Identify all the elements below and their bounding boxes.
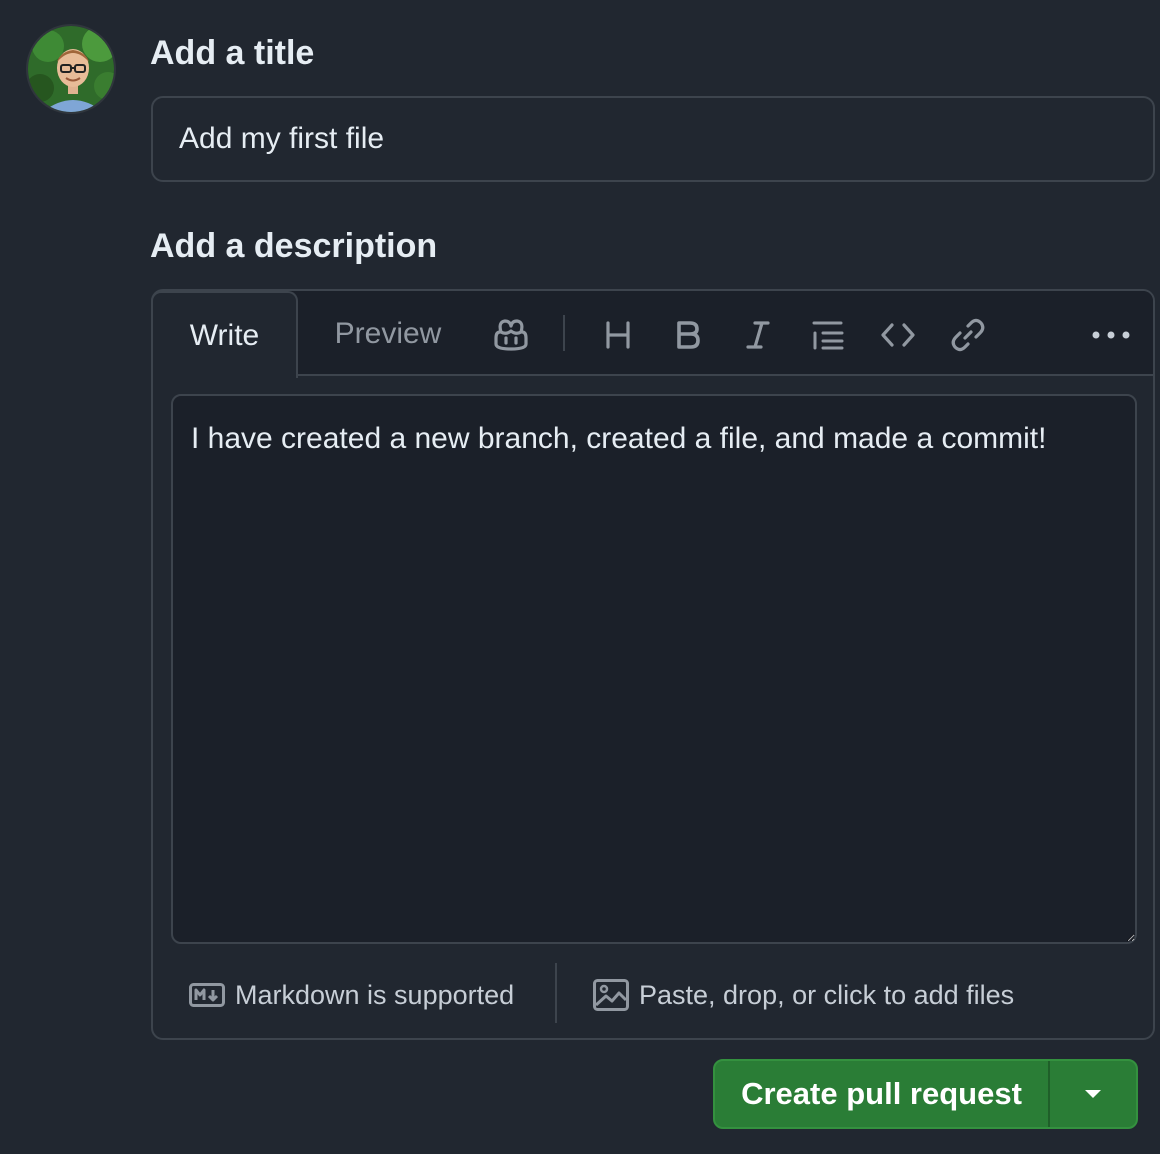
title-heading: Add a title [150, 34, 315, 72]
description-textarea[interactable]: I have created a new branch, created a f… [171, 394, 1137, 944]
editor-tabbar: Write Preview [151, 291, 1153, 378]
title-input[interactable] [151, 96, 1155, 182]
description-heading: Add a description [150, 227, 438, 265]
description-editor: Write Preview I have created a new branc… [151, 289, 1155, 1040]
tab-preview[interactable]: Preview [313, 291, 463, 376]
bold-icon[interactable] [666, 313, 710, 357]
attach-files-button[interactable]: Paste, drop, or click to add files [593, 975, 1014, 1015]
code-icon[interactable] [876, 313, 920, 357]
markdown-icon [189, 983, 225, 1007]
markdown-supported-link[interactable]: Markdown is supported [189, 975, 514, 1015]
toolbar-divider [563, 315, 565, 351]
footer-divider [555, 963, 557, 1023]
italic-icon[interactable] [736, 313, 780, 357]
avatar-image [28, 26, 114, 112]
tab-write[interactable]: Write [151, 291, 298, 378]
create-pull-request-group: Create pull request [713, 1059, 1138, 1129]
markdown-note: Markdown is supported [235, 979, 515, 1010]
more-icon[interactable] [1089, 313, 1133, 357]
attach-note: Paste, drop, or click to add files [639, 979, 1015, 1010]
link-icon[interactable] [946, 313, 990, 357]
image-icon [593, 979, 629, 1011]
heading-icon[interactable] [596, 313, 640, 357]
triangle-down-icon [1085, 1090, 1101, 1098]
avatar[interactable] [26, 24, 116, 114]
copilot-icon[interactable] [489, 313, 533, 357]
create-pull-request-button[interactable]: Create pull request [715, 1061, 1050, 1127]
list-icon[interactable] [806, 313, 850, 357]
submit-options-dropdown[interactable] [1050, 1061, 1136, 1127]
